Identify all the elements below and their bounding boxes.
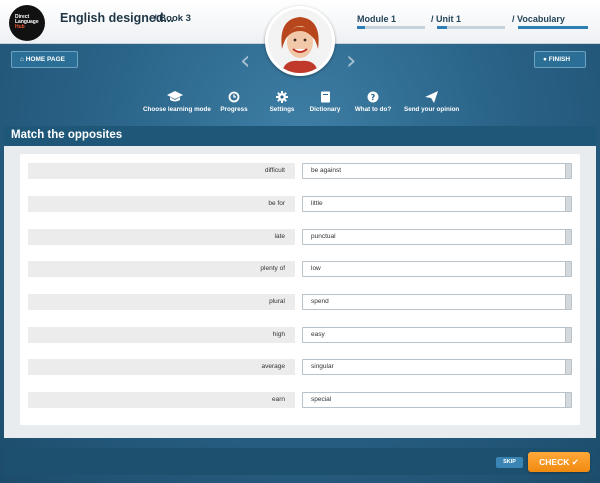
drag-handle-icon[interactable]	[565, 295, 571, 309]
toolbar-label: Settings	[269, 106, 295, 113]
book-icon	[308, 90, 342, 104]
match-right-text: be against	[311, 167, 341, 174]
drag-handle-icon[interactable]	[565, 230, 571, 244]
match-row: average singular	[28, 359, 572, 375]
match-right-text: easy	[311, 331, 325, 338]
toolbar-label: What to do?	[354, 106, 392, 113]
check-button[interactable]: CHECK ✔	[528, 452, 590, 472]
svg-text:?: ?	[371, 93, 376, 102]
drag-handle-icon[interactable]	[565, 360, 571, 374]
book-label: / Book 3	[154, 13, 191, 24]
paper-plane-icon	[404, 90, 458, 104]
toolbar-label: Choose learning mode	[143, 106, 211, 113]
match-row: high easy	[28, 327, 572, 343]
toolbar-label: Dictionary	[309, 106, 341, 113]
skip-button[interactable]: SKIP	[496, 457, 523, 468]
section-progress-bar	[518, 26, 588, 29]
toolbar-progress[interactable]: Progress	[219, 90, 249, 113]
match-row: plural spend	[28, 294, 572, 310]
match-right-text: spend	[311, 298, 329, 305]
toolbar-settings[interactable]: Settings	[269, 90, 295, 113]
gear-icon	[269, 90, 295, 104]
home-page-button[interactable]: ⌂ HOME PAGE	[11, 51, 78, 68]
match-row: plenty of low	[28, 261, 572, 277]
toolbar-send-opinion[interactable]: Send your opinion	[404, 90, 460, 113]
match-right-item[interactable]: spend	[302, 294, 572, 310]
match-left-item: be for	[28, 196, 295, 212]
question-icon: ?	[354, 90, 392, 104]
graduation-cap-icon	[143, 90, 207, 104]
match-right-item[interactable]: special	[302, 392, 572, 408]
match-right-text: punctual	[311, 233, 336, 240]
drag-handle-icon[interactable]	[565, 393, 571, 407]
match-right-item[interactable]: little	[302, 196, 572, 212]
match-row: late punctual	[28, 229, 572, 245]
match-right-text: low	[311, 265, 321, 272]
drag-handle-icon[interactable]	[565, 197, 571, 211]
match-left-item: high	[28, 327, 295, 343]
drag-handle-icon[interactable]	[565, 328, 571, 342]
toolbar-dictionary[interactable]: Dictionary	[308, 90, 342, 113]
match-left-item: average	[28, 359, 295, 375]
match-left-item: earn	[28, 392, 295, 408]
match-left-item: plural	[28, 294, 295, 310]
toolbar-label: Send your opinion	[404, 106, 460, 113]
match-right-item[interactable]: punctual	[302, 229, 572, 245]
match-right-text: singular	[311, 363, 334, 370]
match-right-text: special	[311, 396, 332, 403]
history-icon	[219, 90, 249, 104]
matching-card: difficult be against be for little late …	[20, 154, 580, 425]
match-row: be for little	[28, 196, 572, 212]
match-left-item: difficult	[28, 163, 295, 179]
previous-arrow-icon[interactable]: ‹	[240, 48, 250, 74]
toolbar-learning-mode[interactable]: Choose learning mode	[143, 90, 211, 113]
module-progress-bar	[357, 26, 425, 29]
match-right-text: little	[311, 200, 323, 207]
match-right-item[interactable]: easy	[302, 327, 572, 343]
match-left-item: plenty of	[28, 261, 295, 277]
drag-handle-icon[interactable]	[565, 262, 571, 276]
breadcrumb-module[interactable]: Module 1	[357, 14, 396, 24]
exercise-title: Match the opposites	[4, 126, 596, 146]
teacher-avatar	[265, 6, 335, 76]
breadcrumb-section[interactable]: / Vocabulary	[512, 14, 565, 24]
exercise-panel: difficult be against be for little late …	[4, 146, 596, 438]
breadcrumb-unit[interactable]: / Unit 1	[431, 14, 461, 24]
match-row: difficult be against	[28, 163, 572, 179]
match-right-item[interactable]: low	[302, 261, 572, 277]
logo[interactable]: Direct Language Hub	[9, 5, 45, 41]
logo-line: Hub	[15, 24, 25, 30]
match-left-item: late	[28, 229, 295, 245]
match-right-item[interactable]: singular	[302, 359, 572, 375]
toolbar-what-to-do[interactable]: ? What to do?	[354, 90, 392, 113]
toolbar-label: Progress	[220, 106, 248, 113]
match-row: earn special	[28, 392, 572, 408]
match-right-item[interactable]: be against	[302, 163, 572, 179]
finish-button[interactable]: ● FINISH	[534, 51, 586, 68]
unit-progress-bar	[437, 26, 505, 29]
next-arrow-icon[interactable]: ›	[346, 48, 356, 74]
drag-handle-icon[interactable]	[565, 164, 571, 178]
